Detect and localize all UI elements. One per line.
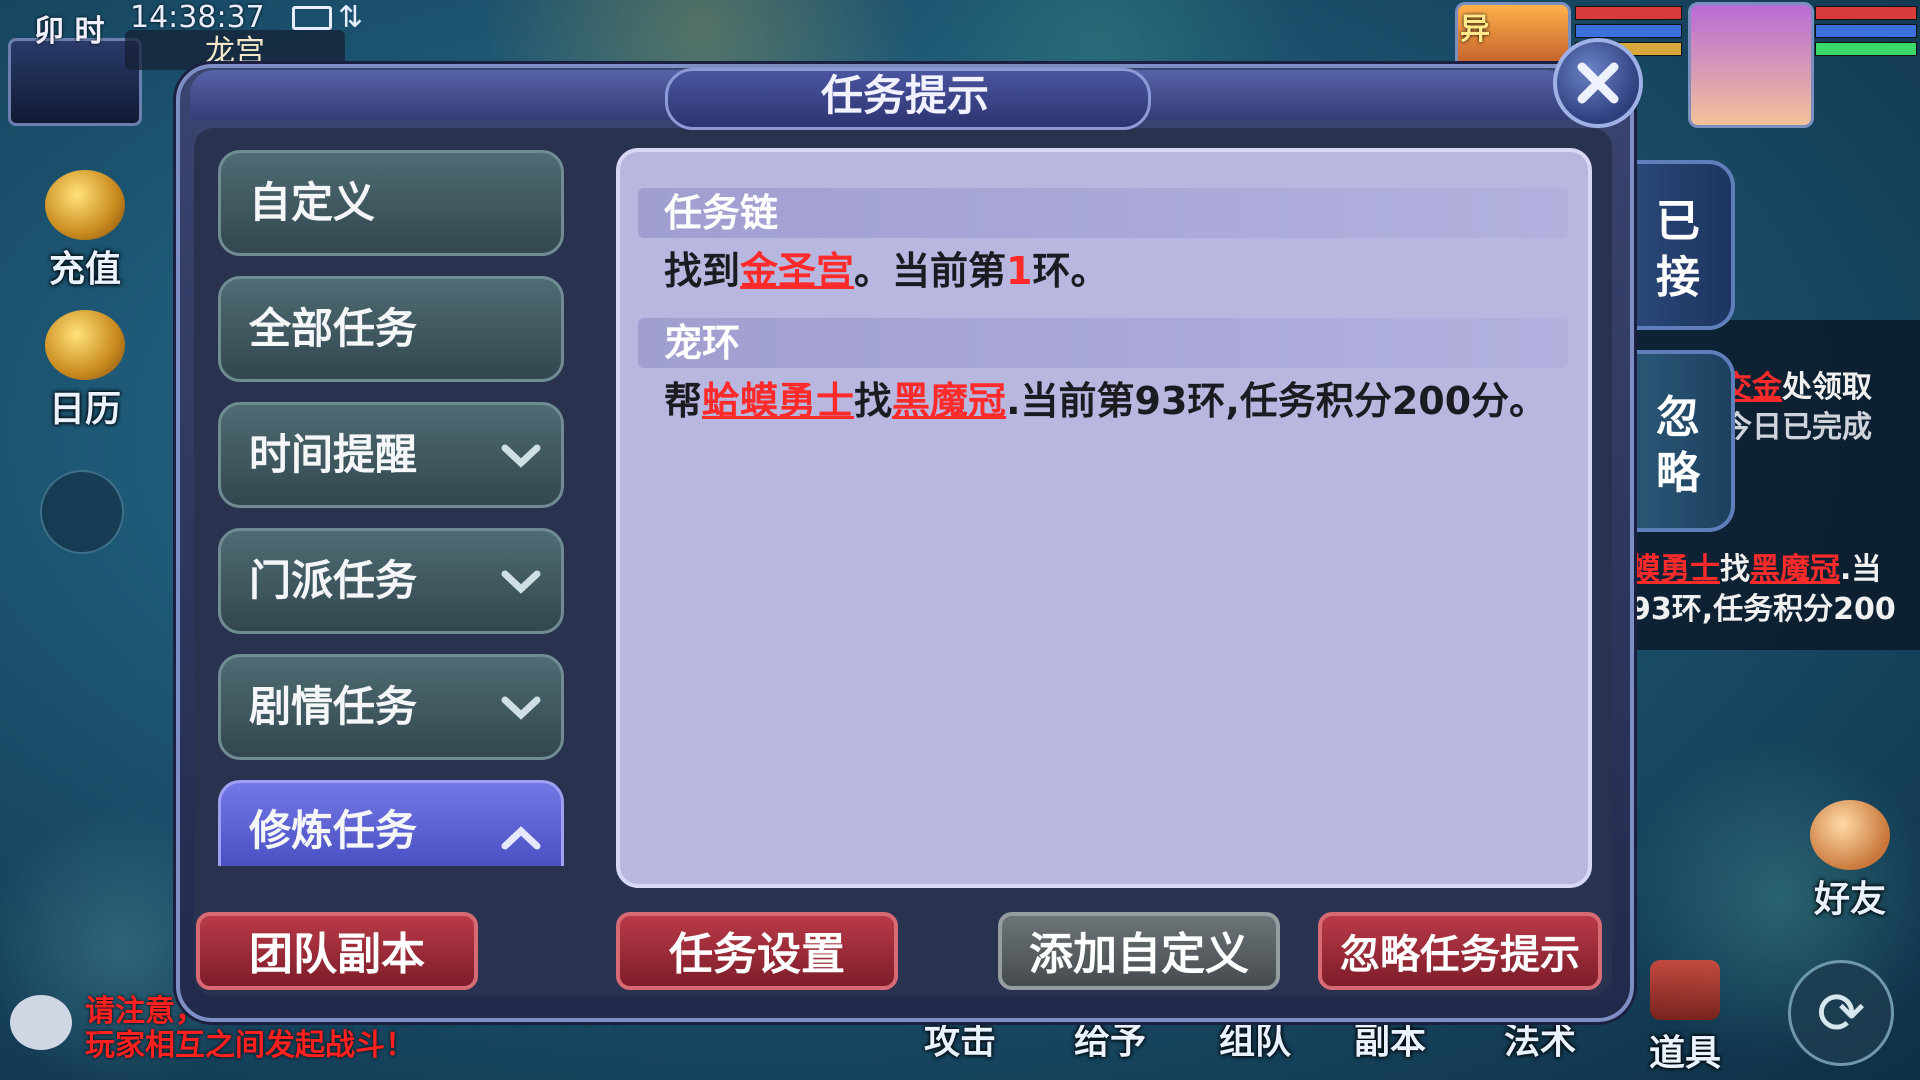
tracker-line-4: 93环,任务积分200 xyxy=(1630,592,1896,627)
location-link[interactable]: 金圣宫 xyxy=(740,249,854,293)
player-mp-bar xyxy=(1815,24,1917,38)
friend-label: 好友 xyxy=(1813,879,1886,920)
task-section-title: 宠环 xyxy=(664,321,741,365)
player-exp-bar xyxy=(1815,42,1917,56)
task-settings-button[interactable]: 任务设置 xyxy=(616,912,898,990)
task-section-header: 宠环 xyxy=(638,318,1568,368)
chat-icon[interactable] xyxy=(10,995,72,1050)
chevron-down-icon xyxy=(501,570,541,594)
tab-ignore-label: 忽略 xyxy=(1656,392,1700,499)
items-button[interactable]: 道具 xyxy=(1625,960,1745,1076)
calendar-icon xyxy=(45,310,125,380)
category-story-tasks[interactable]: 剧情任务 xyxy=(218,654,564,760)
friend-button[interactable]: 好友 xyxy=(1790,800,1910,922)
category-all-tasks-label: 全部任务 xyxy=(249,304,418,353)
category-sect-tasks-label: 门派任务 xyxy=(249,556,418,605)
tracker-text-1: 处领取 xyxy=(1782,370,1872,405)
tracker-text-3b: .当 xyxy=(1840,552,1882,587)
tab-ignore[interactable]: 忽略 xyxy=(1625,350,1735,532)
tracker-line-3: 蟆勇士找黑魔冠.当 xyxy=(1630,550,1881,590)
recharge-label: 充值 xyxy=(48,249,121,290)
task-description: 找到金圣宫。当前第1环。 xyxy=(664,240,1109,295)
add-custom-button[interactable]: 添加自定义 xyxy=(998,912,1280,990)
round-number: 1 xyxy=(1006,249,1033,293)
item-link[interactable]: 黑魔冠 xyxy=(892,379,1006,423)
dialog-title: 任务提示 xyxy=(820,71,989,120)
category-training-tasks-label: 修炼任务 xyxy=(249,806,418,855)
category-story-tasks-label: 剧情任务 xyxy=(249,682,418,731)
player-portrait[interactable] xyxy=(1688,2,1814,128)
team-dungeon-button[interactable]: 团队副本 xyxy=(196,912,478,990)
task-description: 帮蛤蟆勇士找黑魔冠.当前第93环,任务积分200分。 xyxy=(664,370,1547,425)
tracker-text-3a: 找 xyxy=(1720,552,1750,587)
ignore-task-tips-button[interactable]: 忽略任务提示 xyxy=(1318,912,1602,990)
chevron-down-icon xyxy=(501,444,541,468)
tracker-link-2[interactable]: 蟆勇士 xyxy=(1630,552,1720,587)
time-of-day: 卯 时 xyxy=(34,14,105,49)
category-sect-tasks[interactable]: 门派任务 xyxy=(218,528,564,634)
chevron-up-icon xyxy=(501,826,541,850)
refresh-icon[interactable]: ⟳ xyxy=(1788,960,1894,1066)
task-text: 。当前第 xyxy=(854,249,1007,293)
recharge-button[interactable]: 充值 xyxy=(30,170,140,292)
pet-badge: 异 xyxy=(1460,12,1490,47)
category-custom-label: 自定义 xyxy=(249,178,376,227)
category-training-tasks[interactable]: 修炼任务 xyxy=(218,780,564,866)
tab-accepted-label: 已接 xyxy=(1656,196,1700,303)
handshake-icon xyxy=(1810,800,1890,870)
items-label: 道具 xyxy=(1648,1033,1721,1074)
chevron-down-icon xyxy=(501,696,541,720)
pet-mp-bar xyxy=(1575,24,1682,38)
category-time-reminder[interactable]: 时间提醒 xyxy=(218,402,564,508)
calendar-label: 日历 xyxy=(48,389,121,430)
tracker-link-3[interactable]: 黑魔冠 xyxy=(1750,552,1840,587)
task-text: 帮 xyxy=(664,379,703,423)
task-text: 环。 xyxy=(1032,249,1109,293)
recharge-icon xyxy=(45,170,125,240)
tab-accepted[interactable]: 已接 xyxy=(1625,160,1735,330)
category-time-reminder-label: 时间提醒 xyxy=(249,430,418,479)
collapse-menu-icon[interactable] xyxy=(40,470,124,554)
npc-link[interactable]: 蛤蟆勇士 xyxy=(702,379,854,423)
treasure-chest-icon xyxy=(1650,960,1720,1020)
close-icon xyxy=(1577,62,1619,104)
task-text: 找到 xyxy=(664,249,741,293)
category-custom[interactable]: 自定义 xyxy=(218,150,564,256)
tracker-line-1: 交金处领取 xyxy=(1722,368,1872,408)
task-section-title: 任务链 xyxy=(664,191,779,235)
category-all-tasks[interactable]: 全部任务 xyxy=(218,276,564,382)
close-button[interactable] xyxy=(1553,38,1643,128)
calendar-button[interactable]: 日历 xyxy=(30,310,140,432)
battery-icon xyxy=(292,6,332,30)
player-hp-bar xyxy=(1815,6,1917,20)
task-text: 找 xyxy=(854,379,893,423)
minimap[interactable] xyxy=(8,38,142,126)
task-content-panel[interactable]: 任务链 找到金圣宫。当前第1环。 宠环 帮蛤蟆勇士找黑魔冠.当前第93环,任务积… xyxy=(616,148,1592,888)
task-text: .当前第93环,任务积分200分。 xyxy=(1006,379,1548,423)
tracker-line-2: 今日已完成 xyxy=(1722,410,1872,445)
pet-hp-bar xyxy=(1575,6,1682,20)
task-section-header: 任务链 xyxy=(638,188,1568,238)
